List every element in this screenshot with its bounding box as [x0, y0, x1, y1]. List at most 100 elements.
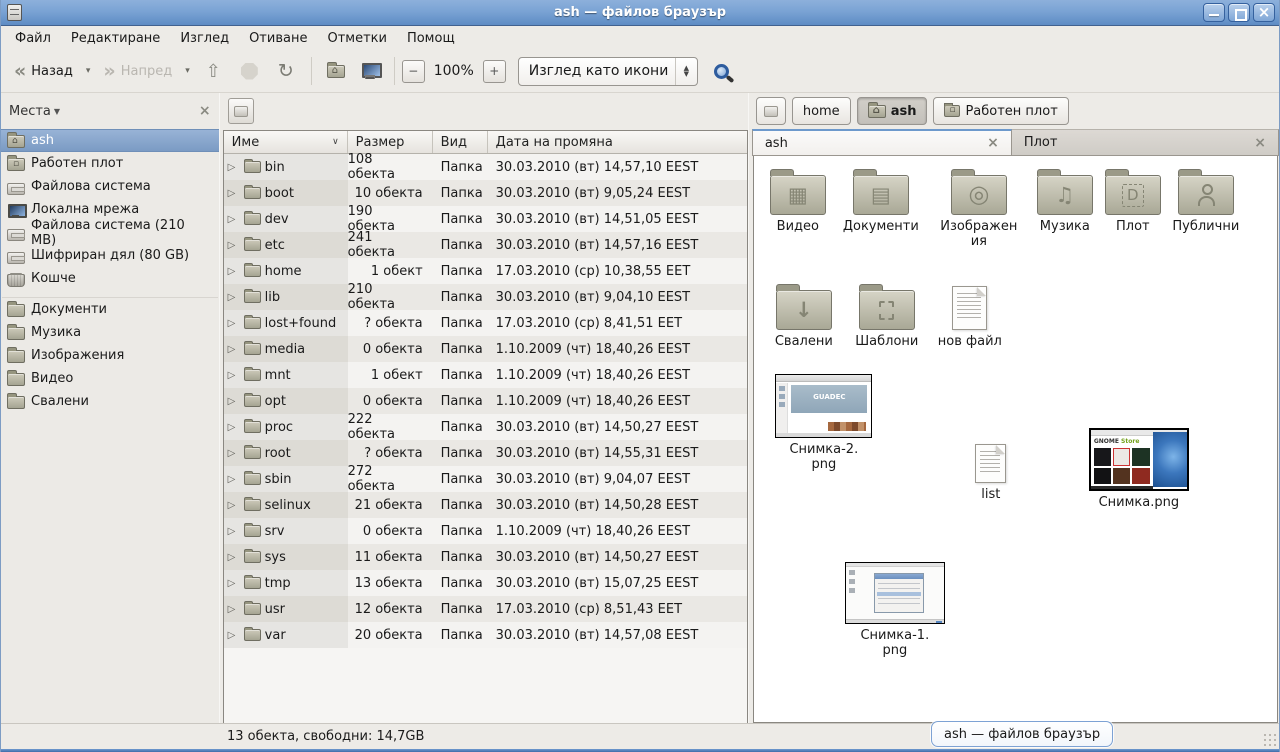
path-root-button[interactable]: [756, 97, 786, 125]
reload-button[interactable]: ↻: [268, 60, 304, 82]
search-icon[interactable]: [714, 64, 729, 79]
titlebar[interactable]: ash — файлов браузър: [1, 0, 1279, 26]
stop-button[interactable]: [241, 63, 258, 80]
table-row[interactable]: mnt 1 обект Папка 1.10.2009 (чт) 18,40,2…: [224, 362, 747, 388]
expander-icon[interactable]: [228, 214, 240, 225]
table-row[interactable]: selinux 21 обекта Папка 30.03.2010 (вт) …: [224, 492, 747, 518]
expander-icon[interactable]: [228, 448, 240, 459]
file-item-snapshot[interactable]: GNOME Store Снимка.png: [1087, 428, 1191, 510]
sidebar-title[interactable]: Места: [9, 104, 51, 119]
minimize-button[interactable]: [1203, 3, 1225, 22]
sidebar-item[interactable]: Работен плот: [1, 152, 219, 175]
home-button[interactable]: [319, 56, 353, 86]
file-item-video[interactable]: Видео: [754, 168, 842, 234]
sidebar-item[interactable]: Музика: [1, 321, 219, 344]
sidebar-item[interactable]: Свалени: [1, 390, 219, 413]
back-button[interactable]: « Назад: [7, 60, 80, 83]
expander-icon[interactable]: [228, 526, 240, 537]
sidebar-item[interactable]: Изображения: [1, 344, 219, 367]
file-item-public[interactable]: Публични: [1162, 168, 1250, 234]
column-header-date[interactable]: Дата на промяна: [488, 131, 747, 153]
path-home-button[interactable]: home: [792, 97, 851, 125]
maximize-button[interactable]: [1228, 3, 1250, 22]
sidebar-item[interactable]: ash: [1, 129, 219, 152]
file-item-snapshot1[interactable]: Снимка-1.png: [843, 562, 947, 658]
resize-grip[interactable]: [1263, 733, 1277, 747]
table-row[interactable]: lost+found ? обекта Папка 17.03.2010 (ср…: [224, 310, 747, 336]
file-item-documents[interactable]: Документи: [837, 168, 925, 234]
sidebar-close-icon[interactable]: ×: [199, 103, 211, 119]
table-row[interactable]: proc 222 обекта Папка 30.03.2010 (вт) 14…: [224, 414, 747, 440]
expander-icon[interactable]: [228, 266, 240, 277]
expander-icon[interactable]: [228, 578, 240, 589]
path-current-button[interactable]: ash: [857, 97, 928, 125]
column-header-type[interactable]: Вид: [433, 131, 488, 153]
expander-icon[interactable]: [228, 344, 240, 355]
menu-item[interactable]: Редактиране: [61, 28, 170, 49]
table-row[interactable]: tmp 13 обекта Папка 30.03.2010 (вт) 15,0…: [224, 570, 747, 596]
sidebar-item[interactable]: Файлова система (210 MB): [1, 221, 219, 244]
expander-icon[interactable]: [228, 318, 240, 329]
forward-history-dropdown[interactable]: ▾: [179, 64, 196, 78]
file-item-new-file[interactable]: нов файл: [926, 283, 1014, 349]
file-item-list[interactable]: list: [947, 441, 1035, 502]
icon-view[interactable]: Видео Документи Изображения Музика Плот: [753, 156, 1278, 723]
sidebar-selector-arrow-icon[interactable]: ▼: [54, 107, 60, 116]
sidebar-item[interactable]: Видео: [1, 367, 219, 390]
expander-icon[interactable]: [228, 474, 240, 485]
path-desktop-button[interactable]: Работен плот: [933, 97, 1068, 125]
expander-icon[interactable]: [228, 188, 240, 199]
column-header-name[interactable]: Име ∨: [224, 131, 348, 153]
table-row[interactable]: usr 12 обекта Папка 17.03.2010 (ср) 8,51…: [224, 596, 747, 622]
menu-item[interactable]: Помощ: [397, 28, 465, 49]
computer-button[interactable]: [353, 56, 387, 86]
table-row[interactable]: boot 10 обекта Папка 30.03.2010 (вт) 9,0…: [224, 180, 747, 206]
file-item-downloads[interactable]: Свалени: [760, 283, 848, 349]
table-row[interactable]: opt 0 обекта Папка 1.10.2009 (чт) 18,40,…: [224, 388, 747, 414]
table-row[interactable]: root ? обекта Папка 30.03.2010 (вт) 14,5…: [224, 440, 747, 466]
file-item-images[interactable]: Изображения: [935, 168, 1023, 249]
up-button[interactable]: ⇧: [196, 59, 231, 84]
file-item-templates[interactable]: Шаблони: [843, 283, 931, 349]
table-row[interactable]: srv 0 обекта Папка 1.10.2009 (чт) 18,40,…: [224, 518, 747, 544]
table-row[interactable]: media 0 обекта Папка 1.10.2009 (чт) 18,4…: [224, 336, 747, 362]
expander-icon[interactable]: [228, 422, 240, 433]
menu-item[interactable]: Файл: [5, 28, 61, 49]
sidebar-item[interactable]: Документи: [1, 298, 219, 321]
table-row[interactable]: sbin 272 обекта Папка 30.03.2010 (вт) 9,…: [224, 466, 747, 492]
tab-close-icon[interactable]: ×: [1254, 135, 1266, 151]
tab-close-icon[interactable]: ×: [987, 135, 999, 151]
tree-root-button[interactable]: [228, 98, 254, 124]
table-row[interactable]: home 1 обект Папка 17.03.2010 (ср) 10,38…: [224, 258, 747, 284]
expander-icon[interactable]: [228, 630, 240, 641]
table-row[interactable]: var 20 обекта Папка 30.03.2010 (вт) 14,5…: [224, 622, 747, 648]
sidebar-item[interactable]: Кошче: [1, 267, 219, 290]
expander-icon[interactable]: [228, 240, 240, 251]
column-header-size[interactable]: Размер: [348, 131, 433, 153]
expander-icon[interactable]: [228, 370, 240, 381]
file-item-snapshot2[interactable]: GUADEC Снимка-2.png: [774, 374, 874, 472]
expander-icon[interactable]: [228, 552, 240, 563]
view-mode-combobox[interactable]: Изглед като икони ▲▼: [518, 57, 698, 86]
sidebar-item[interactable]: Файлова система: [1, 175, 219, 198]
table-row[interactable]: dev 190 обекта Папка 30.03.2010 (вт) 14,…: [224, 206, 747, 232]
menu-item[interactable]: Изглед: [170, 28, 239, 49]
expander-icon[interactable]: [228, 396, 240, 407]
table-row[interactable]: lib 210 обекта Папка 30.03.2010 (вт) 9,0…: [224, 284, 747, 310]
tab-ash[interactable]: ash ×: [752, 129, 1012, 155]
close-button[interactable]: [1253, 3, 1275, 22]
sidebar-item[interactable]: Шифриран дял (80 GB): [1, 244, 219, 267]
menu-item[interactable]: Отиване: [239, 28, 317, 49]
back-history-dropdown[interactable]: ▾: [80, 64, 97, 78]
expander-icon[interactable]: [228, 500, 240, 511]
tab-desktop[interactable]: Плот ×: [1012, 129, 1279, 155]
zoom-in-button[interactable]: +: [483, 60, 506, 83]
sidebar-item[interactable]: [2, 290, 218, 298]
menu-item[interactable]: Отметки: [317, 28, 396, 49]
zoom-out-button[interactable]: −: [402, 60, 425, 83]
expander-icon[interactable]: [228, 162, 240, 173]
forward-button[interactable]: » Напред: [96, 60, 179, 83]
table-row[interactable]: sys 11 обекта Папка 30.03.2010 (вт) 14,5…: [224, 544, 747, 570]
table-row[interactable]: etc 241 обекта Папка 30.03.2010 (вт) 14,…: [224, 232, 747, 258]
expander-icon[interactable]: [228, 292, 240, 303]
